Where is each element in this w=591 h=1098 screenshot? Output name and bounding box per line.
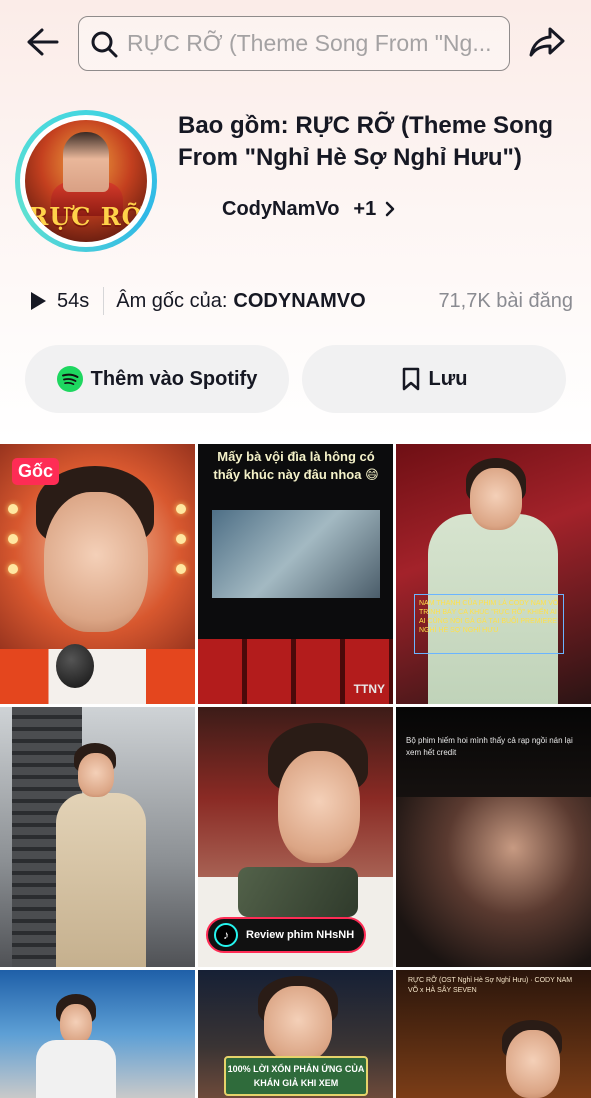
- spotify-icon: [56, 366, 83, 392]
- author-link[interactable]: CodyNamVo +1: [222, 196, 396, 222]
- stage-light: [8, 504, 18, 514]
- tile-face: [264, 986, 332, 1062]
- stage-light: [176, 564, 186, 574]
- video-tile[interactable]: NAM THANH CỦA PHIM LÀ CODY NAM VÕ TRÌNH …: [396, 444, 591, 704]
- arrow-left-icon: [24, 26, 60, 63]
- original-sound-label: Âm gốc của:: [116, 289, 228, 312]
- original-sound-author[interactable]: CODYNAMVO: [233, 290, 365, 313]
- tiktok-icon: ♪: [214, 923, 238, 947]
- play-icon[interactable]: [28, 291, 48, 311]
- tile-caption: Bộ phim hiếm hoi mình thấy cả rạp ngồi n…: [406, 736, 573, 757]
- cover-figure: [63, 132, 109, 192]
- author-name: CodyNamVo: [222, 197, 340, 220]
- stage-light: [176, 504, 186, 514]
- tile-caption: 100% LỜI XỔN PHẢN ỨNG CỦA KHÁN GIẢ KHI X…: [224, 1056, 368, 1096]
- tile-suit: [56, 793, 146, 967]
- video-tile[interactable]: ♪ Review phim NHsNH: [198, 707, 393, 967]
- microphone-icon: [56, 644, 94, 688]
- tile-cinema-screen: [212, 510, 380, 598]
- back-button[interactable]: [22, 24, 62, 64]
- chevron-right-icon: [384, 200, 396, 218]
- search-text: RỰC RỠ (Theme Song From "Ng...: [127, 30, 492, 56]
- save-button[interactable]: Lưu: [302, 345, 566, 413]
- tile-face: [506, 1030, 560, 1098]
- stage-light: [176, 534, 186, 544]
- tile-shirt: [36, 1040, 116, 1098]
- top-bar: RỰC RỠ (Theme Song From "Ng...: [0, 0, 591, 90]
- tile-veterans: [396, 797, 591, 967]
- tile-face: [278, 751, 360, 863]
- tile-face: [78, 753, 114, 797]
- video-tile[interactable]: Gốc: [0, 444, 195, 704]
- add-to-spotify-button[interactable]: Thêm vào Spotify: [25, 345, 289, 413]
- post-count: 71,7K bài đăng: [438, 289, 573, 312]
- video-tile[interactable]: Bộ phim hiếm hoi mình thấy cả rạp ngồi n…: [396, 707, 591, 967]
- sound-cover-frame: RỰC RỠ: [20, 115, 152, 247]
- tile-review-label: Review phim NHsNH: [246, 929, 355, 941]
- stage-light: [8, 564, 18, 574]
- stage-light: [8, 534, 18, 544]
- tile-caption: NAM THANH CỦA PHIM LÀ CODY NAM VÕ TRÌNH …: [414, 594, 564, 654]
- tile-face: [470, 468, 522, 530]
- tile-face: [44, 492, 148, 632]
- author-more-count: +1: [353, 197, 377, 220]
- original-badge: Gốc: [12, 458, 60, 485]
- tile-watermark: TTNY: [353, 682, 385, 696]
- tile-scarf: [238, 867, 358, 917]
- video-tile[interactable]: Mấy bà vội đìa là hông có thấy khúc này …: [198, 444, 393, 704]
- tile-caption: Mấy bà vội đìa là hông có thấy khúc này …: [213, 449, 379, 482]
- tile-review-badge: ♪ Review phim NHsNH: [206, 917, 366, 953]
- video-tile[interactable]: 100% LỜI XỔN PHẢN ỨNG CỦA KHÁN GIẢ KHI X…: [198, 970, 393, 1098]
- cover-title: RỰC RỠ: [28, 202, 144, 231]
- sound-meta-row: 54s Âm gốc của: CODYNAMVO 71,7K bài đăng: [28, 286, 573, 316]
- save-label: Lưu: [428, 367, 468, 390]
- search-icon: [89, 29, 119, 59]
- tile-jacket: [0, 649, 195, 704]
- video-tile[interactable]: RỰC RỠ (OST Nghỉ Hè Sợ Nghỉ Hưu) · CODY …: [396, 970, 591, 1098]
- sound-title: Bao gồm: RỰC RỠ (Theme Song From "Nghỉ H…: [178, 112, 554, 171]
- bookmark-icon: [401, 367, 421, 391]
- add-to-spotify-label: Thêm vào Spotify: [90, 367, 258, 390]
- search-bar[interactable]: RỰC RỠ (Theme Song From "Ng...: [78, 16, 510, 71]
- divider: [103, 287, 105, 315]
- tile-caption: RỰC RỠ (OST Nghỉ Hè Sợ Nghỉ Hưu) · CODY …: [408, 977, 573, 994]
- sound-cover-art: RỰC RỠ: [25, 120, 147, 242]
- video-grid: Gốc Mấy bà vội đìa là hông có thấy khúc …: [0, 444, 591, 1098]
- sound-duration: 54s: [57, 289, 90, 312]
- sound-cover-ring[interactable]: RỰC RỠ: [15, 110, 157, 252]
- video-tile[interactable]: [0, 707, 195, 967]
- video-tile[interactable]: [0, 970, 195, 1098]
- share-arrow-icon: [528, 25, 566, 64]
- share-button[interactable]: [526, 24, 568, 64]
- tile-face: [60, 1004, 92, 1044]
